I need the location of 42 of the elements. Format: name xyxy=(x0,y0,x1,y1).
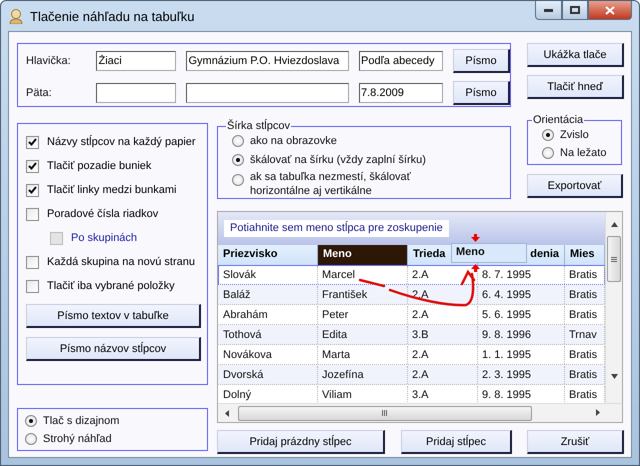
table-cell: 5. 6. 1995 xyxy=(478,306,565,324)
group-title: Šírka stĺpcov xyxy=(226,120,291,132)
window-title: Tlačenie náhľadu na tabuľku xyxy=(30,8,196,24)
table-cell: Baláž xyxy=(219,286,318,304)
field-label: Päta: xyxy=(25,87,53,99)
checkbox-label: Tlačiť iba vybrané položky xyxy=(47,280,175,292)
table-cell: Edita xyxy=(318,326,408,344)
table-cell: Slovák xyxy=(219,266,318,284)
table-cell: Novákova xyxy=(219,346,318,364)
table-cell: 2.A xyxy=(408,346,478,364)
checkbox-label: Názvy stĺpcov na každý papier xyxy=(47,136,196,148)
radio-label: ak sa tabuľka nezmestí, škálovať horizontálne aj vertikálne xyxy=(250,170,412,198)
radio-label: Tlač s dizajnom xyxy=(43,415,120,427)
dragged-column-tooltip: Meno xyxy=(451,243,527,263)
table-cell: Tothová xyxy=(219,326,318,344)
table-cell: Jozefína xyxy=(318,366,408,384)
checkbox-label: Poradové čísla riadkov xyxy=(47,208,158,220)
table-cell: 6. 4. 1995 xyxy=(478,286,565,304)
table-cell: Marcel xyxy=(318,266,408,284)
checkbox-label: Tlačiť linky medzi bunkami xyxy=(47,184,176,196)
radio-label: Strohý náhľad xyxy=(43,433,112,445)
table-cell: 1. 1. 1995 xyxy=(478,346,565,364)
table-cell: Dvorská xyxy=(219,366,318,384)
field-label: Hlavička: xyxy=(25,55,72,67)
table-cell: 9. 8. 1996 xyxy=(478,326,565,344)
table-cell: 2.A xyxy=(408,306,478,324)
table-cell: František xyxy=(318,286,408,304)
table-cell: Peter xyxy=(318,306,408,324)
radio-label: ako na obrazovke xyxy=(250,135,337,147)
table-cell: Marta xyxy=(318,346,408,364)
checkbox-label: Každá skupina na novú stranu xyxy=(47,256,195,268)
table-cell: 2.A xyxy=(408,366,478,384)
radio-label: škálovať na šírku (vždy zaplní šírku) xyxy=(250,154,426,166)
table-cell: Abrahám xyxy=(219,306,318,324)
group-title: Orientácia xyxy=(532,114,584,126)
checkbox-label: Po skupinách xyxy=(71,232,138,244)
radio-label: Zvislo xyxy=(560,129,589,141)
checkbox-label: Tlačiť pozadie buniek xyxy=(47,160,152,172)
group-hint: Potiahnite sem meno stĺpca pre zoskupenie xyxy=(224,220,449,237)
table-cell: 2. 3. 1995 xyxy=(478,366,565,384)
table-cell: 3.B xyxy=(408,326,478,344)
radio-label: Na ležato xyxy=(560,147,606,159)
